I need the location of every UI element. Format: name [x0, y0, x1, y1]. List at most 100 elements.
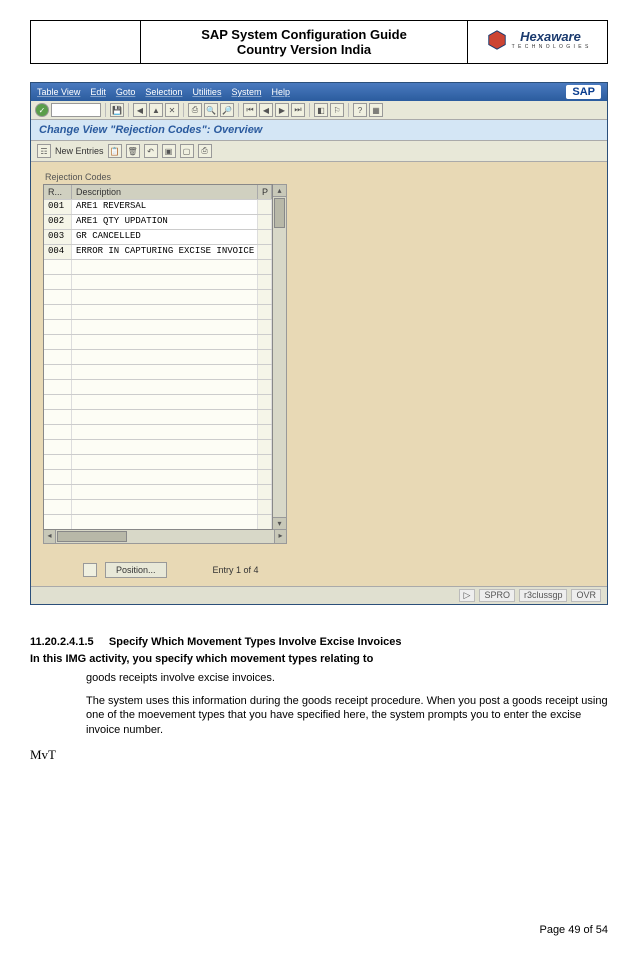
- cell-p[interactable]: [258, 455, 272, 469]
- cell-p[interactable]: [258, 410, 272, 424]
- cell-code[interactable]: [44, 320, 72, 334]
- cell-p[interactable]: [258, 380, 272, 394]
- cell-p[interactable]: [258, 395, 272, 409]
- cell-code[interactable]: [44, 500, 72, 514]
- exit-icon[interactable]: ▲: [149, 103, 163, 117]
- menu-system[interactable]: System: [231, 87, 261, 97]
- cell-p[interactable]: [258, 365, 272, 379]
- cell-desc[interactable]: [72, 470, 258, 484]
- scroll-down-icon[interactable]: ▾: [273, 517, 286, 529]
- delete-icon[interactable]: 🗑: [126, 144, 140, 158]
- cell-p[interactable]: [258, 305, 272, 319]
- table-row[interactable]: [44, 364, 272, 379]
- table-row[interactable]: [44, 349, 272, 364]
- cell-code[interactable]: [44, 455, 72, 469]
- cancel-icon[interactable]: ✕: [165, 103, 179, 117]
- selectall-icon[interactable]: ▣: [162, 144, 176, 158]
- cell-desc[interactable]: ARE1 REVERSAL: [72, 200, 258, 214]
- cell-code[interactable]: 003: [44, 230, 72, 244]
- prevpage-icon[interactable]: ◀: [259, 103, 273, 117]
- cell-p[interactable]: [258, 320, 272, 334]
- cell-p[interactable]: [258, 275, 272, 289]
- table-row[interactable]: [44, 469, 272, 484]
- table-row[interactable]: 003GR CANCELLED: [44, 229, 272, 244]
- cell-desc[interactable]: [72, 290, 258, 304]
- copy-icon[interactable]: 📋: [108, 144, 122, 158]
- cell-code[interactable]: [44, 485, 72, 499]
- cell-code[interactable]: [44, 350, 72, 364]
- cell-desc[interactable]: ARE1 QTY UPDATION: [72, 215, 258, 229]
- table-row[interactable]: [44, 289, 272, 304]
- menu-help[interactable]: Help: [271, 87, 290, 97]
- cell-desc[interactable]: [72, 380, 258, 394]
- vertical-scrollbar[interactable]: ▴ ▾: [273, 184, 287, 530]
- lastpage-icon[interactable]: ⏭: [291, 103, 305, 117]
- back-icon[interactable]: ◀: [133, 103, 147, 117]
- print-icon-2[interactable]: ⎙: [198, 144, 212, 158]
- table-row[interactable]: [44, 409, 272, 424]
- cell-desc[interactable]: [72, 455, 258, 469]
- cell-p[interactable]: [258, 335, 272, 349]
- menu-tableview[interactable]: Table View: [37, 87, 80, 97]
- table-row[interactable]: [44, 499, 272, 514]
- undo-icon[interactable]: ↶: [144, 144, 158, 158]
- cell-p[interactable]: [258, 230, 272, 244]
- table-row[interactable]: [44, 439, 272, 454]
- cell-desc[interactable]: [72, 260, 258, 274]
- horizontal-scrollbar[interactable]: ◂ ▸: [43, 530, 287, 544]
- position-icon[interactable]: [83, 563, 97, 577]
- cell-code[interactable]: 002: [44, 215, 72, 229]
- table-row[interactable]: 002ARE1 QTY UPDATION: [44, 214, 272, 229]
- cell-desc[interactable]: [72, 335, 258, 349]
- shortcut-icon[interactable]: ⚐: [330, 103, 344, 117]
- cell-code[interactable]: [44, 260, 72, 274]
- cell-p[interactable]: [258, 485, 272, 499]
- findnext-icon[interactable]: 🔎: [220, 103, 234, 117]
- cell-desc[interactable]: [72, 275, 258, 289]
- scroll-thumb[interactable]: [274, 198, 285, 228]
- cell-code[interactable]: 001: [44, 200, 72, 214]
- cell-code[interactable]: [44, 395, 72, 409]
- cell-desc[interactable]: [72, 395, 258, 409]
- cell-desc[interactable]: [72, 485, 258, 499]
- cell-desc[interactable]: GR CANCELLED: [72, 230, 258, 244]
- cell-p[interactable]: [258, 440, 272, 454]
- deselect-icon[interactable]: ▢: [180, 144, 194, 158]
- cell-p[interactable]: [258, 515, 272, 529]
- cell-code[interactable]: [44, 440, 72, 454]
- cell-desc[interactable]: [72, 350, 258, 364]
- menu-selection[interactable]: Selection: [145, 87, 182, 97]
- cell-code[interactable]: [44, 515, 72, 529]
- cell-desc[interactable]: [72, 320, 258, 334]
- cell-p[interactable]: [258, 260, 272, 274]
- command-field[interactable]: [51, 103, 101, 117]
- details-icon[interactable]: ☶: [37, 144, 51, 158]
- table-row[interactable]: [44, 274, 272, 289]
- table-row[interactable]: [44, 259, 272, 274]
- col-p[interactable]: P: [258, 185, 272, 199]
- cell-code[interactable]: [44, 380, 72, 394]
- enter-icon[interactable]: ✓: [35, 103, 49, 117]
- menu-goto[interactable]: Goto: [116, 87, 136, 97]
- cell-desc[interactable]: [72, 440, 258, 454]
- newsession-icon[interactable]: ◧: [314, 103, 328, 117]
- col-code[interactable]: R...: [44, 185, 72, 199]
- table-row[interactable]: [44, 334, 272, 349]
- layout-icon[interactable]: ▦: [369, 103, 383, 117]
- cell-code[interactable]: [44, 305, 72, 319]
- cell-code[interactable]: [44, 290, 72, 304]
- save-icon[interactable]: 💾: [110, 103, 124, 117]
- table-row[interactable]: [44, 394, 272, 409]
- cell-code[interactable]: [44, 425, 72, 439]
- cell-desc[interactable]: [72, 410, 258, 424]
- position-button[interactable]: Position...: [105, 562, 167, 578]
- table-row[interactable]: [44, 484, 272, 499]
- cell-p[interactable]: [258, 500, 272, 514]
- find-icon[interactable]: 🔍: [204, 103, 218, 117]
- cell-p[interactable]: [258, 290, 272, 304]
- nextpage-icon[interactable]: ▶: [275, 103, 289, 117]
- hscroll-left-icon[interactable]: ◂: [44, 530, 56, 543]
- table-row[interactable]: [44, 379, 272, 394]
- cell-desc[interactable]: ERROR IN CAPTURING EXCISE INVOICE: [72, 245, 258, 259]
- cell-p[interactable]: [258, 425, 272, 439]
